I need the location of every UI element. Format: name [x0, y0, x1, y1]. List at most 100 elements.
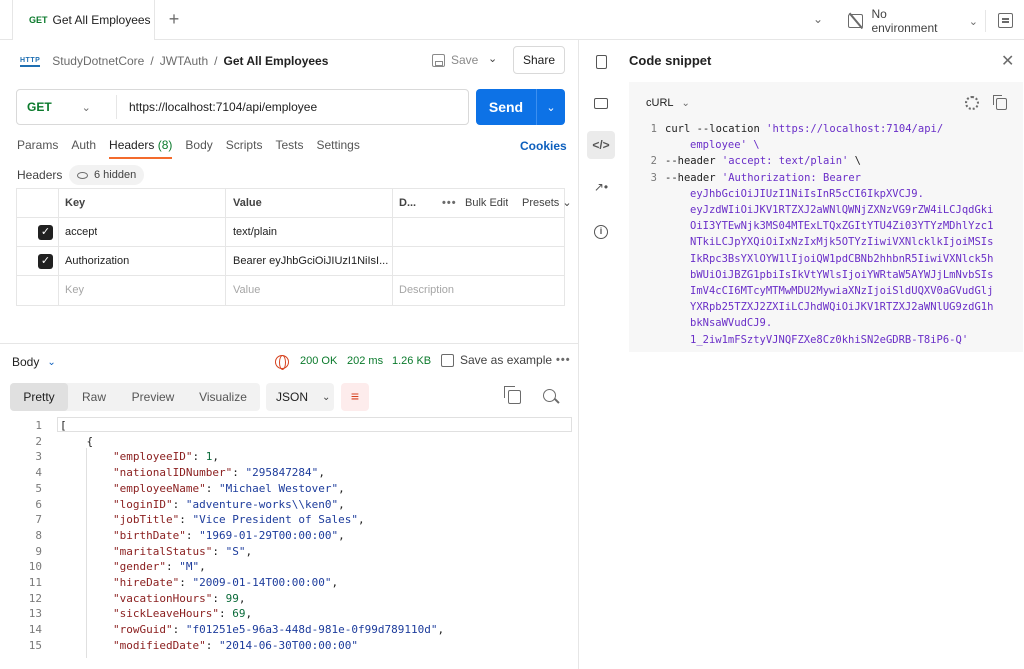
breadcrumb-folder[interactable]: JWTAuth [160, 54, 208, 68]
response-size[interactable]: 1.26 KB [392, 355, 431, 367]
environment-quick-look-icon[interactable] [998, 13, 1013, 28]
view-tab-raw[interactable]: Raw [68, 383, 120, 411]
line-number: 6 [35, 497, 42, 511]
json-key: "modifiedDate" [112, 638, 206, 652]
more-options-icon[interactable]: ••• [556, 354, 571, 366]
code-line-text: "sickLeaveHours": 69, [112, 607, 253, 621]
json-key: "sickLeaveHours" [112, 607, 219, 621]
line-number: 2 [650, 155, 657, 168]
view-tab-visualize[interactable]: Visualize [186, 383, 260, 411]
header-enabled-checkbox[interactable]: ✓ [38, 225, 53, 240]
snippet-token: \ [848, 155, 861, 168]
line-number: 1 [650, 123, 657, 135]
json-value: "2014-06-30T00:00:00" [218, 638, 359, 652]
json-key: "hireDate" [112, 576, 180, 589]
line-number: 3 [650, 171, 657, 184]
code-snippet-icon[interactable]: </> [587, 131, 615, 159]
divider [985, 10, 986, 32]
response-body-dropdown[interactable]: Body ⌄ [12, 355, 56, 369]
save-button[interactable]: Save [432, 48, 482, 72]
json-key: "jobTitle" [112, 513, 180, 527]
code-line-text: "modifiedDate": "2014-06-30T00:00:00" [112, 638, 359, 652]
cookies-link[interactable]: Cookies [520, 139, 567, 153]
related-collections-icon[interactable]: ↗• [587, 173, 615, 201]
breadcrumb-request-name[interactable]: Get All Employees [223, 54, 328, 68]
line-number: 13 [28, 607, 42, 621]
copy-icon[interactable] [504, 386, 521, 404]
new-tab-button[interactable]: + [164, 10, 184, 30]
save-icon [441, 353, 454, 367]
tab-body[interactable]: Body [185, 137, 212, 159]
environment-selector[interactable]: No environment ⌄ [848, 7, 978, 35]
view-tab-pretty[interactable]: Pretty [10, 383, 68, 411]
response-time[interactable]: 202 ms [347, 355, 383, 367]
snippet-string: 'accept: text/plain' [721, 155, 849, 168]
save-as-example-label: Save as example [460, 353, 553, 367]
snippet-language-select[interactable]: cURL ⌄ [646, 97, 690, 109]
close-icon[interactable]: ✕ [1001, 51, 1014, 71]
tab-tests[interactable]: Tests [275, 137, 303, 159]
new-value-input[interactable]: Value [233, 276, 260, 305]
tab-settings[interactable]: Settings [316, 137, 359, 159]
wrap-lines-icon[interactable]: ≡ [341, 383, 369, 411]
tab-headers[interactable]: Headers (8) [109, 137, 173, 159]
header-enabled-checkbox[interactable]: ✓ [38, 254, 53, 269]
copy-icon[interactable] [993, 95, 1007, 110]
table-row-new: Key Value Description [17, 276, 564, 305]
snippet-language-label: cURL [646, 97, 674, 109]
send-options-chevron-icon[interactable]: ⌄ [537, 101, 565, 114]
save-options-chevron-icon[interactable]: ⌄ [488, 52, 497, 65]
comments-icon[interactable] [587, 89, 615, 117]
headers-count-badge: (8) [157, 138, 173, 152]
search-icon[interactable] [543, 389, 556, 402]
tab-scripts[interactable]: Scripts [226, 137, 263, 159]
url-input[interactable]: https://localhost:7104/api/employee [129, 90, 317, 124]
headers-table: Key Value D... ••• Bulk Edit Presets ⌄ ✓… [16, 188, 572, 306]
network-globe-icon[interactable] [275, 355, 289, 370]
json-value: [ [60, 419, 67, 432]
json-key: "maritalStatus" [112, 544, 213, 558]
presets-dropdown[interactable]: Presets ⌄ [522, 189, 572, 218]
snippet-string: 'Authorization: Bearer [721, 171, 861, 184]
bulk-edit-button[interactable]: Bulk Edit [465, 189, 508, 218]
json-value: "2009-01-14T00:00:00" [192, 576, 332, 589]
json-value: "M" [179, 560, 200, 574]
panel-divider[interactable] [578, 40, 579, 669]
documentation-icon[interactable] [587, 47, 615, 75]
new-description-input[interactable]: Description [399, 276, 454, 305]
save-as-example-button[interactable]: Save as example [441, 353, 552, 367]
code-line-text: "employeeName": "Michael Westover", [112, 481, 345, 495]
send-button[interactable]: Send ⌄ [476, 89, 565, 125]
tab-auth[interactable]: Auth [71, 137, 96, 159]
more-options-icon[interactable]: ••• [442, 189, 457, 218]
code-line: 1[ [0, 418, 578, 434]
save-label: Save [451, 53, 479, 67]
new-key-input[interactable]: Key [65, 276, 84, 305]
share-button[interactable]: Share [513, 46, 565, 74]
line-number: 7 [35, 513, 42, 527]
header-value-cell[interactable]: Bearer eyJhbGciOiJIUzI1NiIsI... [233, 247, 388, 276]
json-value: "1969-01-29T00:00:00" [199, 528, 339, 542]
divider [0, 343, 578, 344]
header-key-cell[interactable]: Authorization [65, 247, 129, 276]
tabs-overflow-chevron-icon[interactable]: ⌄ [808, 12, 828, 30]
method-select[interactable]: GET ⌄ [27, 90, 107, 124]
line-number: 12 [28, 591, 42, 605]
snippet-continuation: employee' \ [690, 139, 760, 152]
json-key: "nationalIDNumber" [112, 466, 233, 480]
tab-get-all-employees[interactable]: GET Get All Employees [12, 0, 155, 40]
breadcrumb: HTTP StudyDotnetCore / JWTAuth / Get All… [20, 50, 328, 72]
status-code[interactable]: 200 OK [300, 355, 337, 367]
url-bar: GET ⌄ https://localhost:7104/api/employe… [16, 89, 469, 125]
tab-params[interactable]: Params [17, 137, 58, 159]
hidden-headers-toggle[interactable]: 6 hidden [69, 165, 145, 185]
gear-icon[interactable] [965, 96, 979, 110]
divider [116, 95, 117, 119]
snippet-continuation: ImV4cCI6MTcyMTMwMDU2MywiaXNzIjoiSldUQXV0… [690, 285, 994, 297]
view-tab-preview[interactable]: Preview [120, 383, 186, 411]
format-select[interactable]: JSON ⌄ [266, 383, 334, 411]
header-value-cell[interactable]: text/plain [233, 218, 277, 247]
header-key-cell[interactable]: accept [65, 218, 97, 247]
info-icon[interactable]: i [587, 217, 615, 245]
breadcrumb-collection[interactable]: StudyDotnetCore [52, 54, 144, 68]
